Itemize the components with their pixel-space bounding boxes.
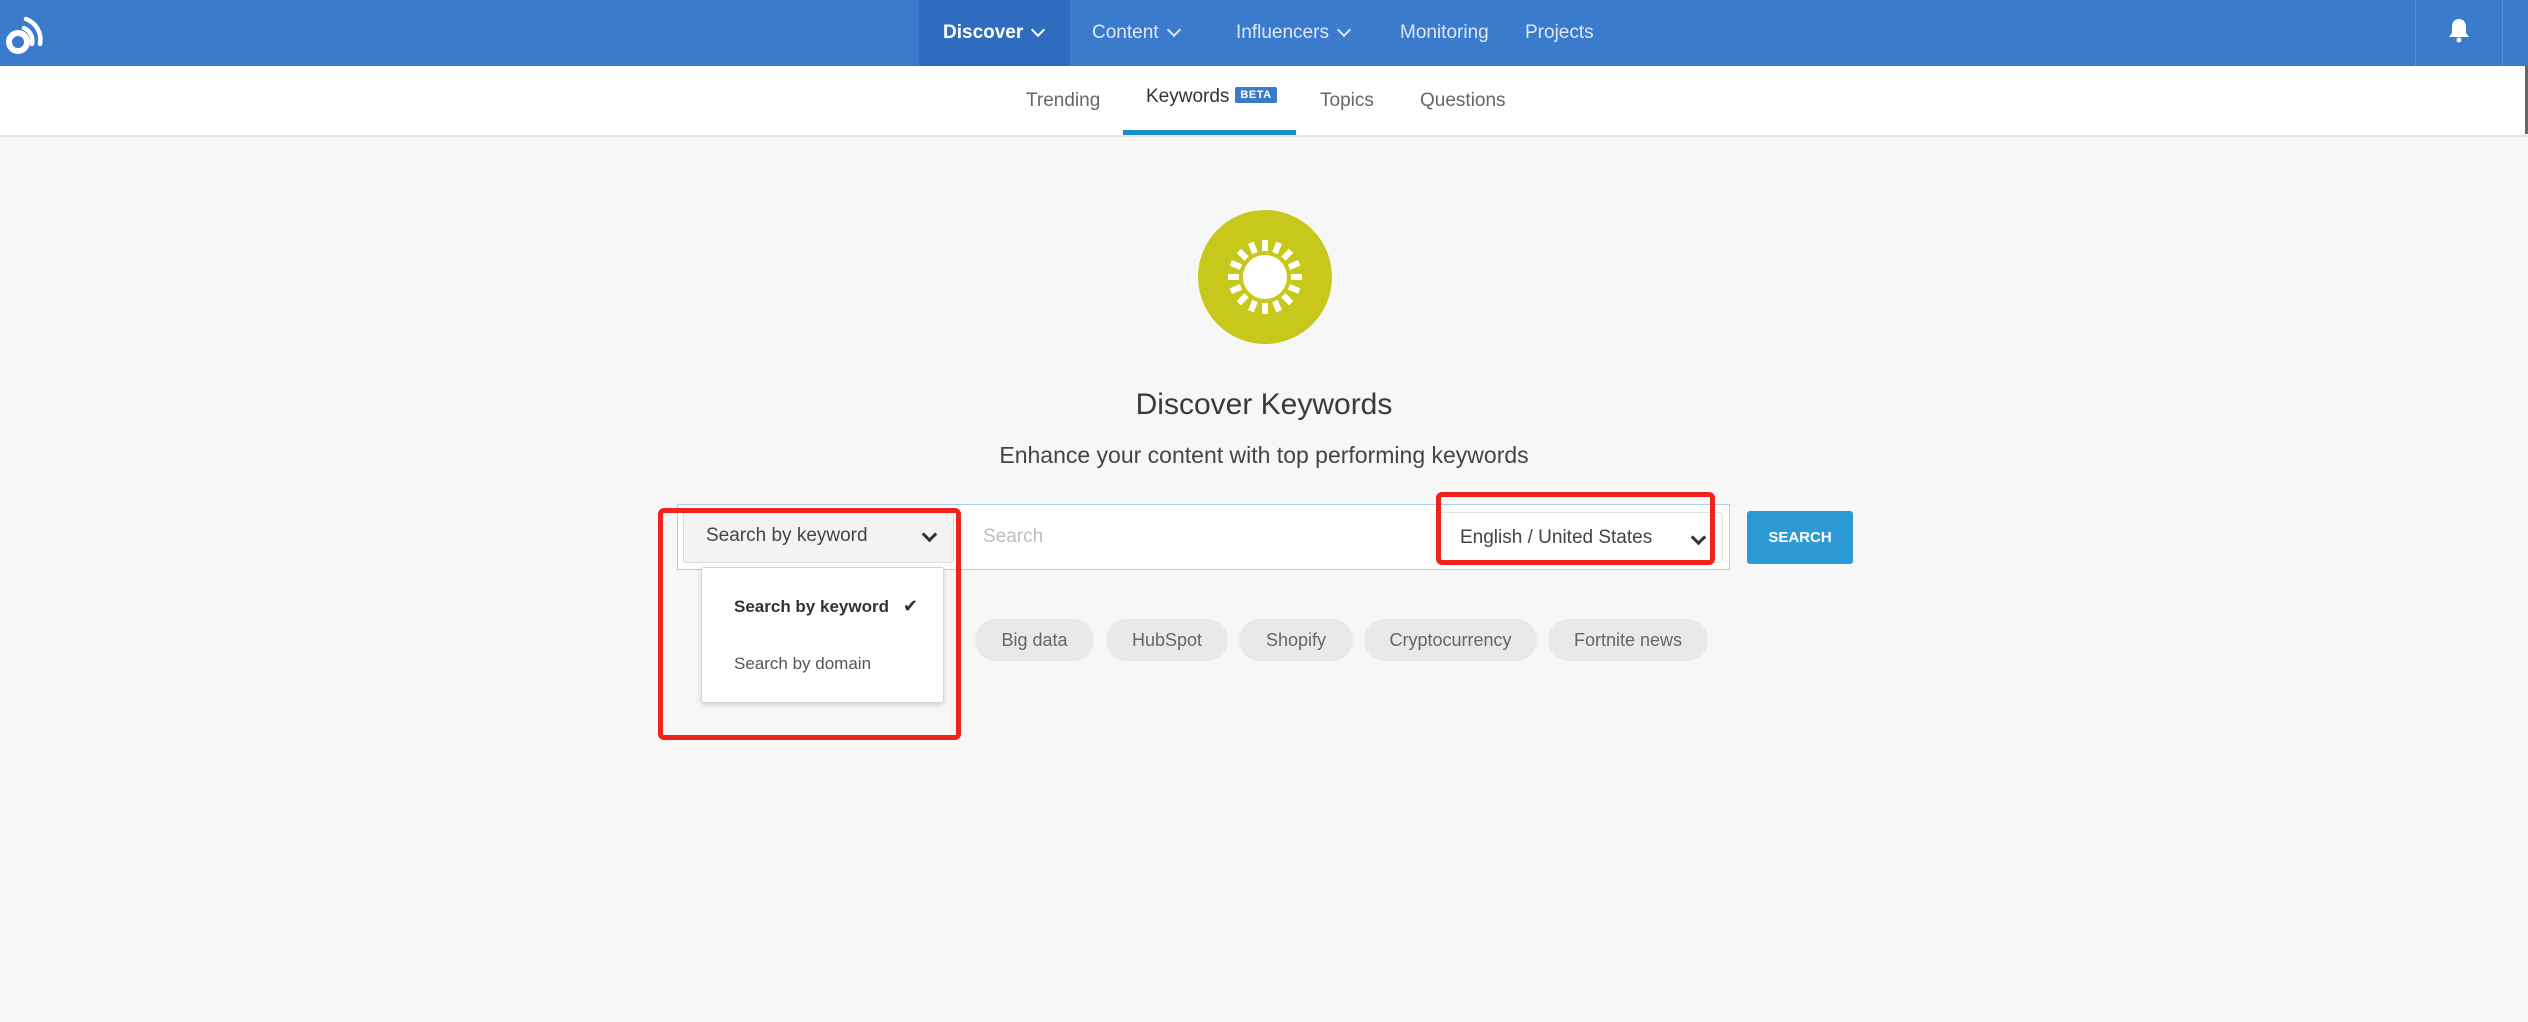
nav-monitoring[interactable]: Monitoring [1400,0,1489,66]
nav-projects-label: Projects [1525,22,1594,43]
nav-discover[interactable]: Discover [919,0,1070,66]
chevron-down-icon [1166,22,1181,38]
tab-trending[interactable]: Trending [1026,66,1100,135]
popular-chip[interactable]: Fortnite news [1548,619,1708,661]
nav-influencers[interactable]: Influencers [1236,0,1352,66]
top-nav: Discover Content Influencers Monitoring … [0,0,2528,66]
tab-topics[interactable]: Topics [1320,66,1374,135]
nav-monitoring-label: Monitoring [1400,22,1489,43]
nav-influencers-label: Influencers [1236,22,1329,43]
tab-keywords[interactable]: Keywords BETA [1146,62,1277,131]
chevron-down-icon [1031,22,1046,38]
page-title: Discover Keywords [1135,388,1393,421]
popular-chip[interactable]: Cryptocurrency [1364,619,1537,661]
chevron-down-icon [1336,22,1352,38]
tab-trending-label: Trending [1026,89,1101,111]
annotation-highlight-mode [658,508,961,740]
bell-icon[interactable] [2446,16,2472,44]
sun-icon [1228,240,1302,314]
tab-keywords-label: Keywords [1146,85,1230,107]
popular-chip[interactable]: Shopify [1239,619,1353,661]
search-input[interactable] [968,512,1428,562]
hero-icon-circle [1198,210,1332,344]
popular-chip[interactable]: HubSpot [1106,619,1228,661]
nav-content[interactable]: Content [1092,0,1181,66]
search-button[interactable]: SEARCH [1747,511,1853,564]
tab-questions-label: Questions [1420,89,1506,111]
active-tab-indicator [1123,130,1296,135]
sub-nav: Trending Keywords BETA Topics Questions [0,66,2528,137]
tab-topics-label: Topics [1320,89,1374,111]
annotation-highlight-language [1436,492,1715,565]
nav-projects[interactable]: Projects [1525,0,1594,66]
tab-questions[interactable]: Questions [1420,66,1506,135]
nav-divider [2415,0,2416,66]
popular-chip[interactable]: Big data [975,619,1094,661]
nav-content-label: Content [1092,22,1159,43]
page-subtitle: Enhance your content with top performing… [999,442,1529,468]
nav-divider [2502,0,2503,66]
nav-discover-label: Discover [943,22,1024,43]
rss-logo-icon[interactable] [2,6,52,58]
beta-badge: BETA [1235,86,1277,103]
